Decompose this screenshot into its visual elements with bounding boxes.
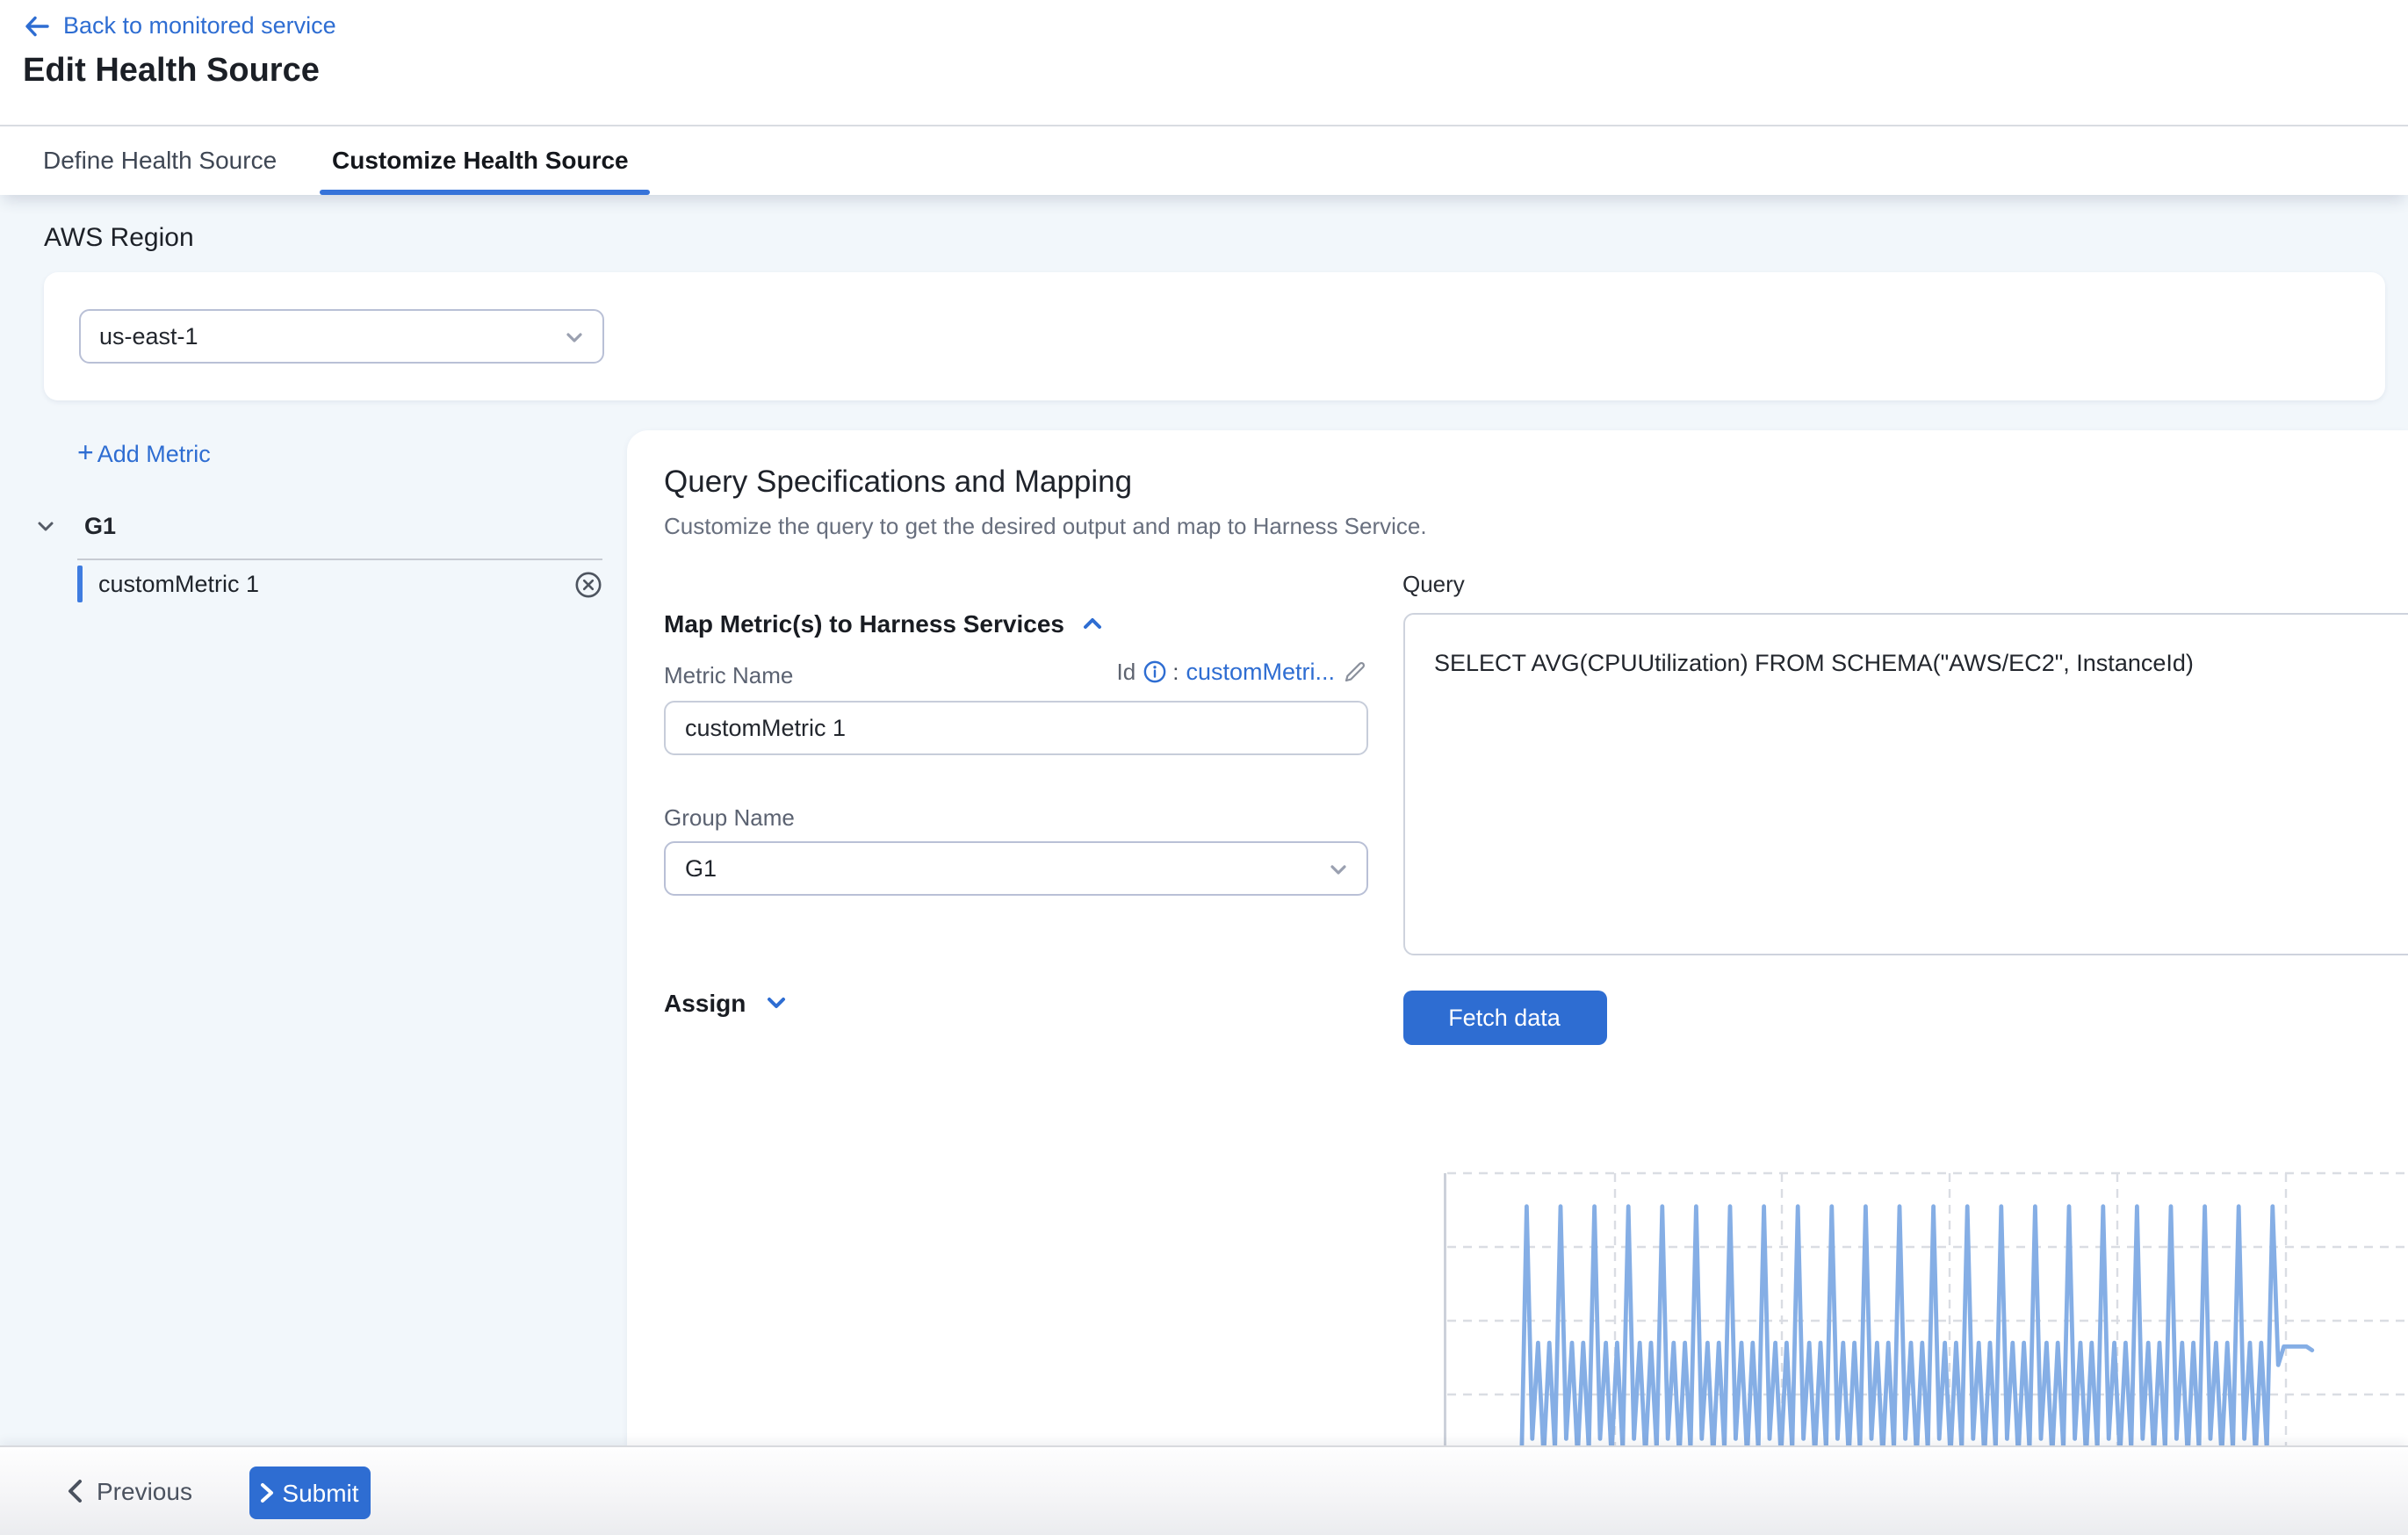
tab-define-health-source[interactable]: Define Health Source	[43, 145, 277, 173]
group-name-label: Group Name	[664, 804, 795, 831]
aws-region-label: AWS Region	[44, 223, 194, 253]
edit-pencil-icon[interactable]	[1342, 658, 1368, 684]
submit-button-label: Submit	[282, 1479, 358, 1507]
chevron-left-icon	[67, 1479, 83, 1503]
back-link-label: Back to monitored service	[63, 12, 336, 39]
footer-action-bar: Previous Submit	[0, 1445, 2408, 1535]
aws-region-select-value: us-east-1	[99, 323, 198, 350]
selected-indicator-bar	[76, 566, 83, 602]
edit-health-source-window: AWS Region us-east-1 + Add Metric G1 cus…	[0, 0, 2408, 1535]
group-name-select[interactable]: G1	[664, 841, 1368, 896]
chart-series-line	[1521, 1207, 2312, 1445]
metric-group-label: G1	[84, 513, 116, 539]
content-area: AWS Region us-east-1 + Add Metric G1 cus…	[0, 195, 2408, 1445]
query-textarea[interactable]: SELECT AVG(CPUUtilization) FROM SCHEMA("…	[1402, 612, 2408, 955]
id-label: Id	[1117, 658, 1136, 684]
metric-id-row: Id : customMetri...	[1087, 658, 1368, 684]
map-metrics-label: Map Metric(s) to Harness Services	[664, 609, 1064, 637]
aws-region-select[interactable]: us-east-1	[78, 309, 603, 364]
add-metric-button[interactable]: + Add Metric	[77, 441, 211, 467]
panel-subheading: Customize the query to get the desired o…	[664, 512, 1427, 538]
arrow-left-icon	[25, 15, 49, 36]
previous-button-label: Previous	[97, 1477, 192, 1505]
metric-name-label: Metric Name	[664, 661, 793, 688]
chevron-down-icon[interactable]	[35, 515, 56, 537]
assign-section-toggle[interactable]: Assign	[664, 988, 788, 1016]
metric-preview-chart	[1444, 1159, 2408, 1445]
page-title: Edit Health Source	[23, 53, 320, 91]
chevron-down-icon	[1328, 859, 1349, 880]
add-metric-label: Add Metric	[97, 441, 211, 467]
tab-customize-health-source[interactable]: Customize Health Source	[332, 145, 629, 173]
active-tab-underline	[320, 190, 650, 195]
fetch-data-button[interactable]: Fetch data	[1402, 991, 1606, 1044]
chevron-down-icon	[563, 327, 584, 348]
query-specifications-panel: Query Specifications and Mapping Customi…	[627, 429, 2408, 1445]
chevron-right-icon	[259, 1482, 273, 1503]
id-separator: :	[1172, 658, 1179, 684]
group-divider	[76, 558, 602, 559]
aws-region-card: us-east-1	[43, 272, 2384, 400]
assign-label: Assign	[664, 988, 746, 1016]
query-label: Query	[1402, 570, 1465, 596]
tab-bar: Define Health Source Customize Health So…	[0, 126, 2408, 195]
page-header: Back to monitored service Edit Health So…	[0, 0, 2408, 126]
metric-group-header[interactable]: G1	[35, 513, 116, 539]
plus-icon: +	[77, 443, 94, 465]
previous-button[interactable]: Previous	[67, 1465, 192, 1517]
panel-heading: Query Specifications and Mapping	[664, 463, 1132, 500]
remove-metric-icon[interactable]	[573, 570, 602, 598]
metric-name-input[interactable]	[664, 700, 1368, 754]
group-name-select-value: G1	[685, 855, 717, 882]
chevron-down-icon[interactable]	[763, 990, 788, 1014]
submit-button[interactable]: Submit	[249, 1467, 370, 1519]
metric-item-label: customMetric 1	[98, 571, 573, 597]
back-to-monitored-service-link[interactable]: Back to monitored service	[25, 12, 336, 39]
metric-id-link[interactable]: customMetri...	[1186, 658, 1335, 684]
map-metrics-section-toggle[interactable]: Map Metric(s) to Harness Services	[664, 609, 1105, 637]
info-icon[interactable]	[1143, 659, 1165, 682]
query-text: SELECT AVG(CPUUtilization) FROM SCHEMA("…	[1434, 649, 2194, 675]
metric-list-item[interactable]: customMetric 1	[76, 565, 602, 603]
chevron-up-icon[interactable]	[1080, 610, 1105, 635]
